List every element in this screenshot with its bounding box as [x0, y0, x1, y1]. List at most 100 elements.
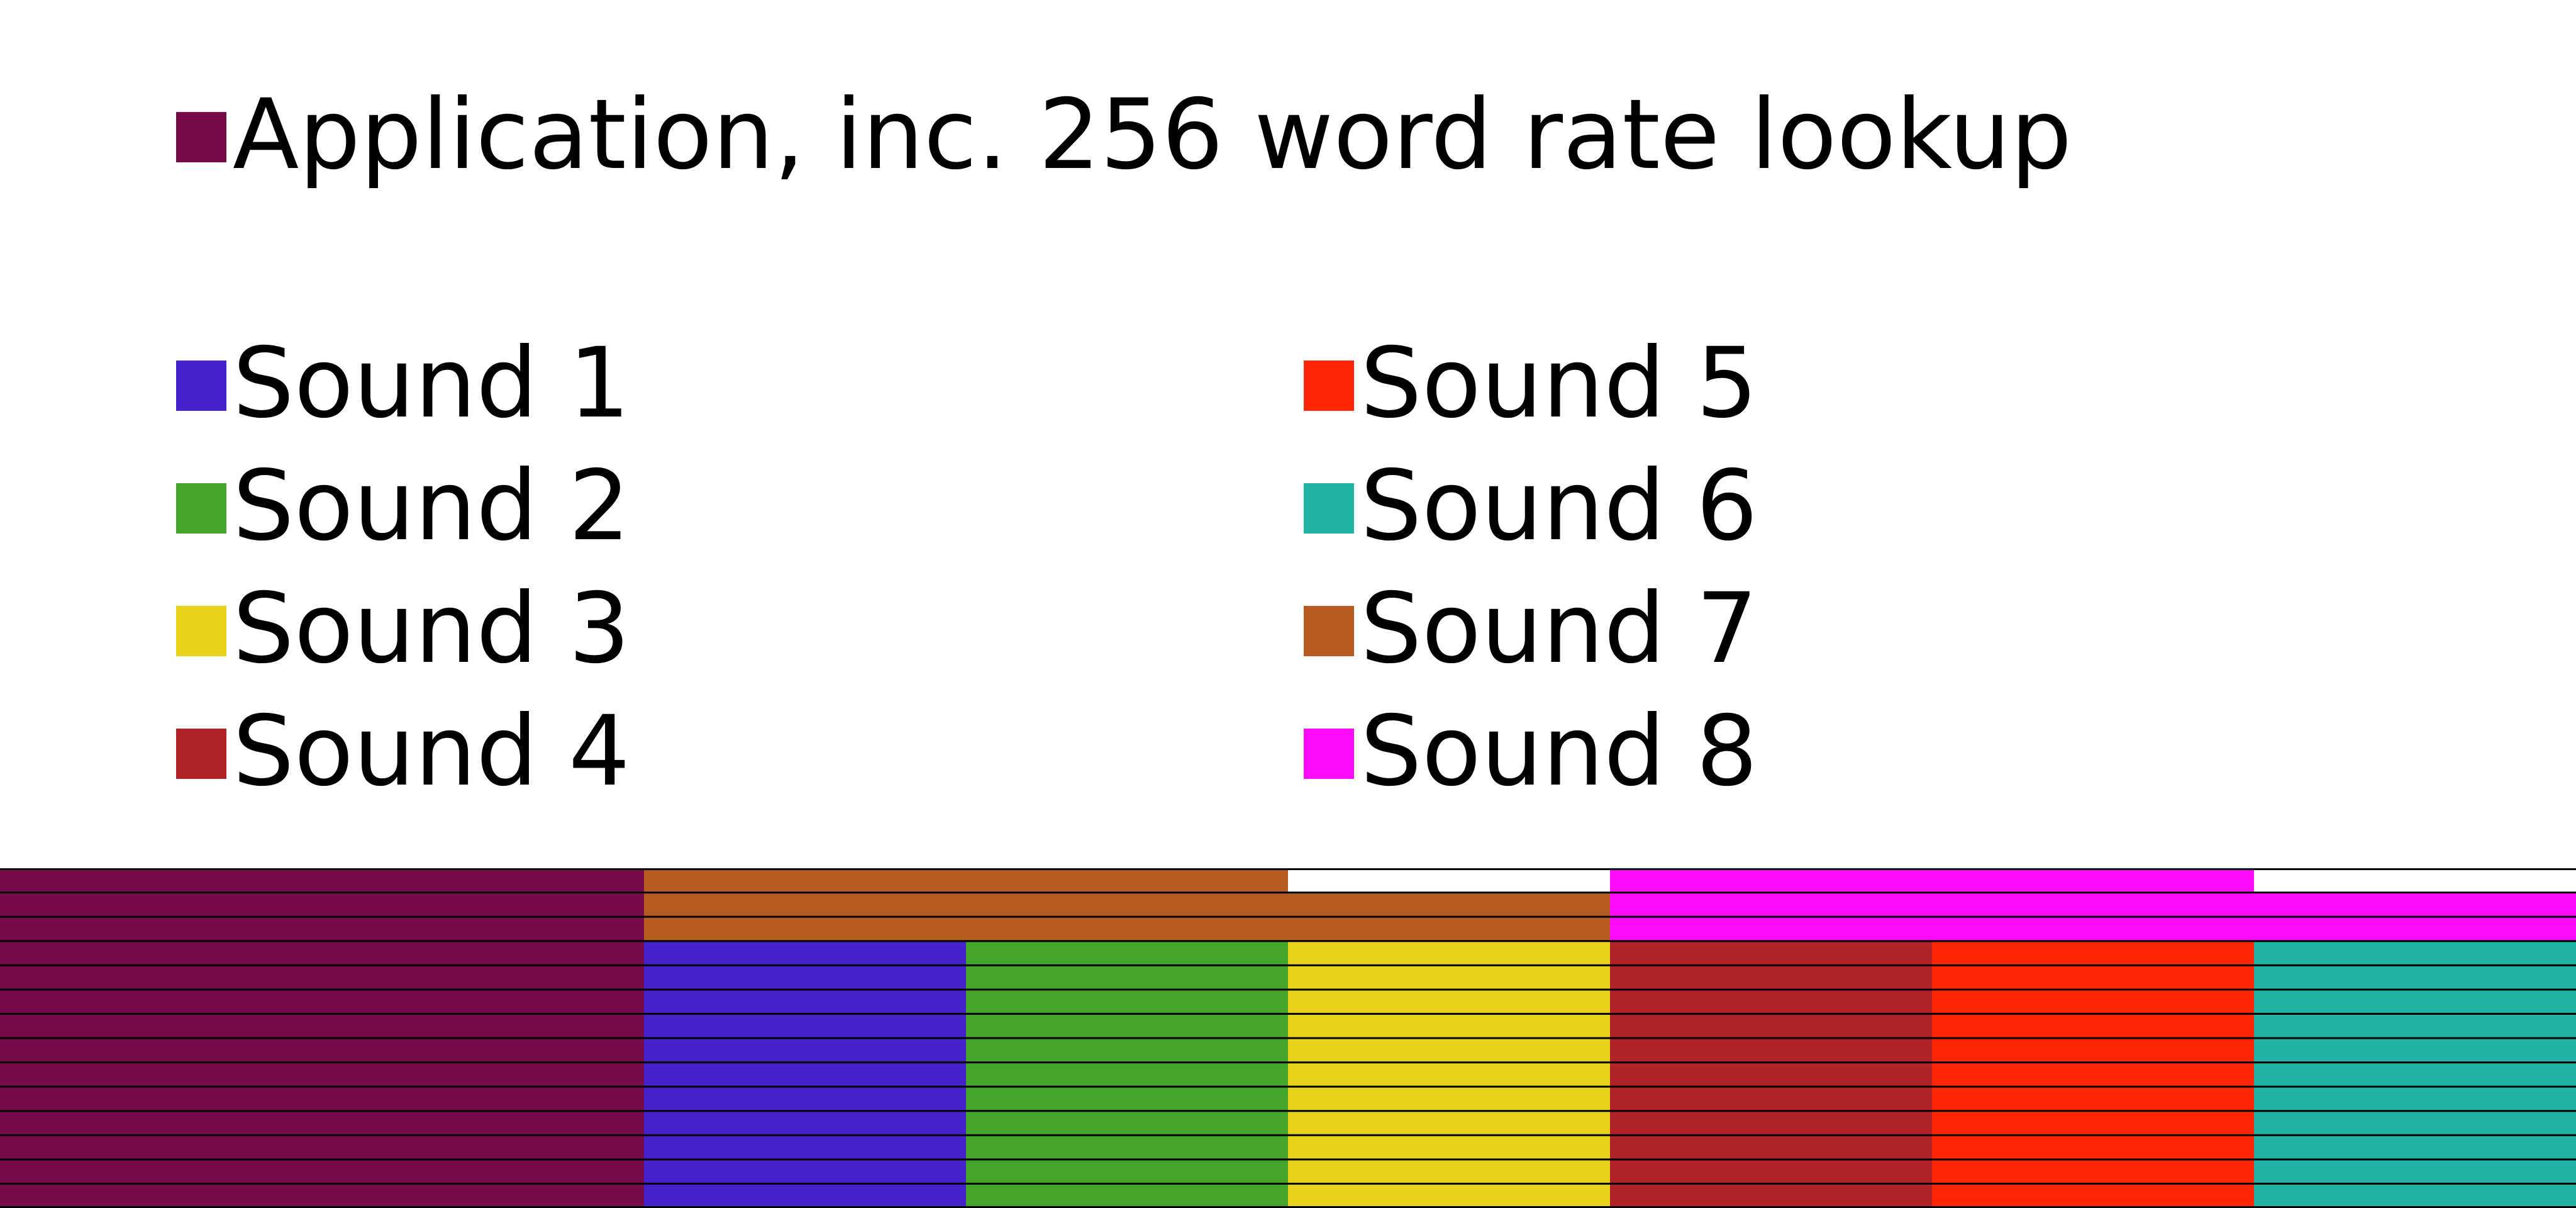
memory-block-sound2-row-6: [966, 989, 1288, 1014]
memory-block-sound5-row-12: [1932, 1135, 2254, 1160]
memory-block-sound2-row-11: [966, 1110, 1288, 1136]
memory-block-sound7-row-3: [644, 917, 1610, 941]
legend-swatch-sound-7: [1304, 606, 1354, 656]
memory-block-sound5-row-7: [1932, 1014, 2254, 1038]
memory-block-sound5-row-11: [1932, 1110, 2254, 1136]
memory-block-application-row-9: [0, 1062, 644, 1087]
legend-label-sound-3: Sound 3: [233, 573, 630, 685]
memory-block-application-row-7: [0, 1014, 644, 1038]
memory-block-sound3-row-12: [1288, 1135, 1610, 1160]
legend-label-sound-7: Sound 7: [1360, 573, 1758, 685]
memory-block-sound5-row-9: [1932, 1062, 2254, 1087]
memory-block-sound6-row-7: [2254, 1014, 2576, 1038]
memory-block-sound2-row-9: [966, 1062, 1288, 1087]
legend-label-application: Application, inc. 256 word rate lookup: [233, 79, 2072, 191]
memory-block-sound8-row-1: [1610, 868, 2254, 893]
memory-block-sound6-row-4: [2254, 941, 2576, 966]
memory-block-application-row-13: [0, 1159, 644, 1184]
memory-block-sound7-row-2: [644, 892, 1610, 917]
memory-block-sound5-row-4: [1932, 941, 2254, 966]
legend-item-application: Application, inc. 256 word rate lookup: [176, 79, 2189, 191]
legend-item-sound-6: Sound 6: [1304, 458, 2184, 555]
memory-block-sound6-row-9: [2254, 1062, 2576, 1087]
memory-block-sound3-row-13: [1288, 1159, 1610, 1184]
legend-label-sound-2: Sound 2: [233, 450, 630, 562]
memory-block-sound8-row-3: [1610, 917, 2576, 941]
memory-block-sound5-row-13: [1932, 1159, 2254, 1184]
memory-block-sound1-row-7: [644, 1014, 966, 1038]
memory-block-sound1-row-4: [644, 941, 966, 966]
memory-block-sound6-row-13: [2254, 1159, 2576, 1184]
memory-block-application-row-6: [0, 989, 644, 1014]
memory-block-sound1-row-8: [644, 1038, 966, 1063]
memory-block-sound1-row-5: [644, 965, 966, 990]
memory-block-sound6-row-6: [2254, 989, 2576, 1014]
memory-block-sound5-row-6: [1932, 989, 2254, 1014]
memory-block-sound3-row-7: [1288, 1014, 1610, 1038]
memory-block-free-row-1: [2254, 868, 2576, 893]
legend-swatch-application: [176, 112, 226, 162]
memory-block-sound3-row-10: [1288, 1087, 1610, 1111]
memory-block-sound1-row-11: [644, 1110, 966, 1136]
memory-block-sound3-row-9: [1288, 1062, 1610, 1087]
memory-block-sound6-row-11: [2254, 1110, 2576, 1136]
memory-block-sound6-row-14: [2254, 1183, 2576, 1208]
memory-block-sound5-row-10: [1932, 1087, 2254, 1111]
memory-block-sound2-row-10: [966, 1087, 1288, 1111]
memory-block-application-row-4: [0, 941, 644, 966]
memory-block-sound3-row-14: [1288, 1183, 1610, 1208]
memory-block-application-row-11: [0, 1110, 644, 1136]
memory-block-sound4-row-5: [1610, 965, 1932, 990]
legend-item-sound-3: Sound 3: [176, 573, 1057, 685]
memory-block-free-row-1: [1288, 868, 1610, 893]
legend-label-sound-8: Sound 8: [1360, 695, 1758, 808]
memory-block-application-row-10: [0, 1087, 644, 1111]
memory-block-sound3-row-4: [1288, 941, 1610, 966]
memory-map: [0, 868, 2576, 1208]
memory-block-sound4-row-10: [1610, 1087, 1932, 1111]
memory-block-sound4-row-7: [1610, 1014, 1932, 1038]
memory-block-sound1-row-9: [644, 1062, 966, 1087]
memory-block-sound3-row-8: [1288, 1038, 1610, 1063]
memory-block-sound1-row-14: [644, 1183, 966, 1208]
legend-label-sound-1: Sound 1: [233, 327, 630, 440]
memory-block-application-row-14: [0, 1183, 644, 1208]
legend-swatch-sound-1: [176, 361, 226, 411]
memory-block-sound4-row-8: [1610, 1038, 1932, 1063]
memory-block-sound6-row-5: [2254, 965, 2576, 990]
memory-block-application-row-3: [0, 917, 644, 941]
memory-block-sound3-row-6: [1288, 989, 1610, 1014]
legend-label-sound-5: Sound 5: [1360, 327, 1758, 440]
legend-swatch-sound-3: [176, 606, 226, 656]
legend-item-sound-1: Sound 1: [176, 327, 1057, 440]
memory-block-sound8-row-2: [1610, 892, 2576, 917]
memory-block-sound3-row-5: [1288, 965, 1610, 990]
legend-swatch-sound-6: [1304, 483, 1354, 534]
legend-item-sound-8: Sound 8: [1304, 695, 2184, 808]
legend-swatch-sound-8: [1304, 729, 1354, 779]
memory-block-sound4-row-9: [1610, 1062, 1932, 1087]
legend-swatch-sound-4: [176, 729, 226, 779]
legend-label-sound-4: Sound 4: [233, 695, 630, 808]
memory-block-sound2-row-5: [966, 965, 1288, 990]
memory-block-sound6-row-12: [2254, 1135, 2576, 1160]
memory-block-sound4-row-4: [1610, 941, 1932, 966]
memory-block-sound4-row-13: [1610, 1159, 1932, 1184]
memory-block-sound4-row-12: [1610, 1135, 1932, 1160]
memory-block-sound1-row-12: [644, 1135, 966, 1160]
memory-block-sound2-row-8: [966, 1038, 1288, 1063]
memory-block-sound4-row-14: [1610, 1183, 1932, 1208]
memory-block-application-row-8: [0, 1038, 644, 1063]
memory-block-sound4-row-6: [1610, 989, 1932, 1014]
memory-block-sound5-row-8: [1932, 1038, 2254, 1063]
memory-block-sound1-row-10: [644, 1087, 966, 1111]
memory-block-sound5-row-14: [1932, 1183, 2254, 1208]
memory-block-sound2-row-4: [966, 941, 1288, 966]
legend-item-sound-5: Sound 5: [1304, 327, 2184, 440]
memory-block-sound6-row-10: [2254, 1087, 2576, 1111]
memory-block-sound1-row-13: [644, 1159, 966, 1184]
legend-item-sound-7: Sound 7: [1304, 573, 2184, 685]
memory-block-sound2-row-13: [966, 1159, 1288, 1184]
memory-block-application-row-1: [0, 868, 644, 893]
memory-block-sound2-row-7: [966, 1014, 1288, 1038]
